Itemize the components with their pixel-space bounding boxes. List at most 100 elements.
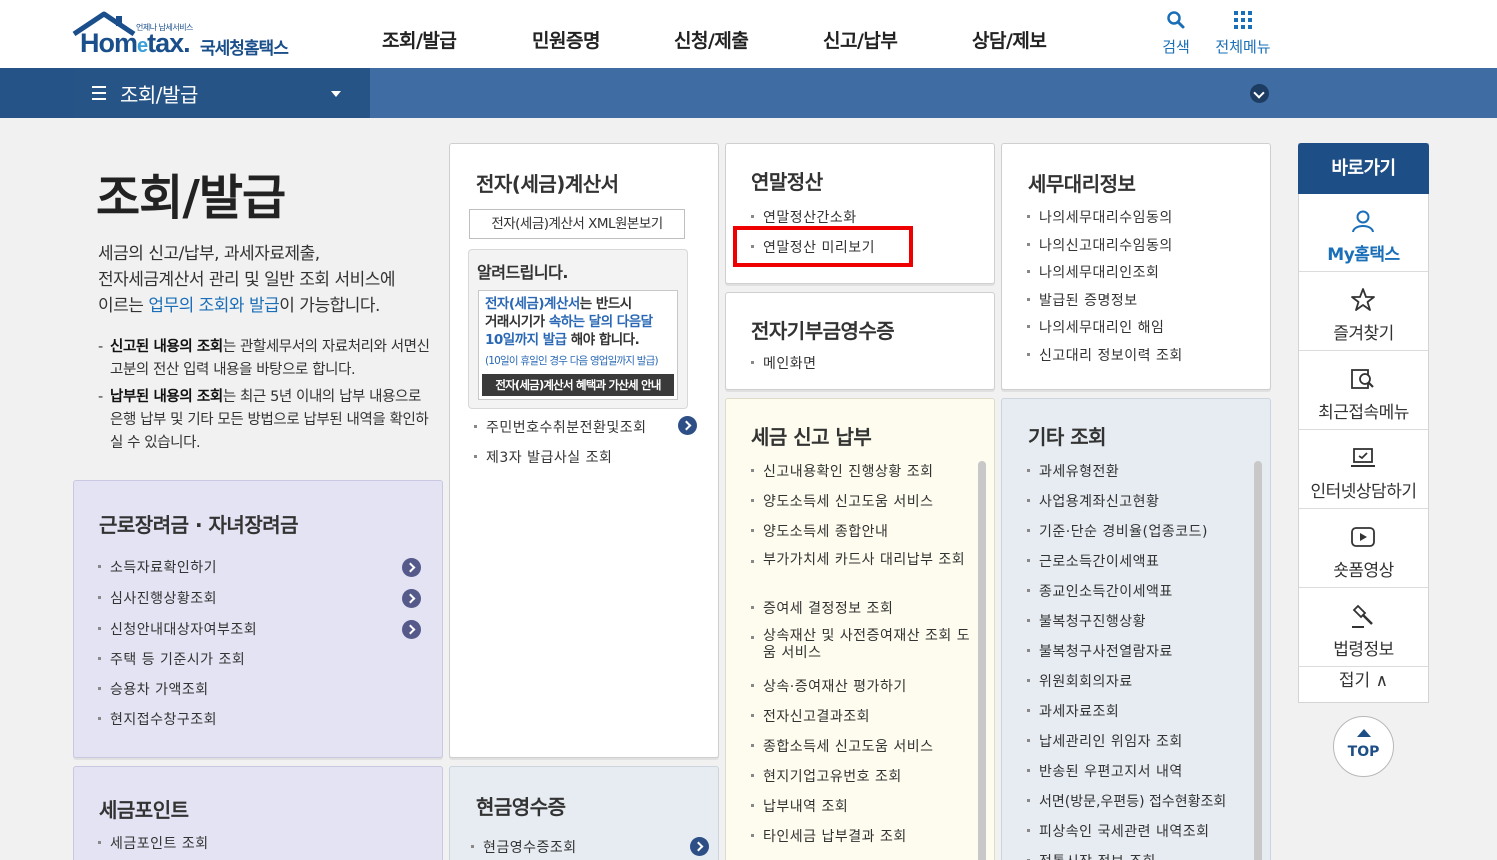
nav-apply-submit[interactable]: 신청/제출: [674, 26, 749, 53]
scrollbar[interactable]: [1254, 461, 1262, 860]
quick-online-consult[interactable]: 인터넷상담하기: [1299, 431, 1428, 509]
list-item[interactable]: 나의세무대리인조회: [1027, 262, 1159, 282]
eitc-panel: 근로장려금 · 자녀장려금 소득자료확인하기 심사진행상황조회 신청안내대상자여…: [73, 480, 443, 758]
list-item[interactable]: 과세유형전환: [1027, 461, 1119, 481]
nav-report-pay[interactable]: 신고/납부: [823, 26, 898, 53]
taxpoint-panel: 세금포인트 세금포인트 조회: [73, 766, 443, 860]
quick-favorites[interactable]: 즐겨찾기: [1299, 273, 1428, 351]
list-item[interactable]: 메인화면: [751, 353, 817, 373]
breadcrumb[interactable]: [74, 68, 370, 118]
scroll-top-button[interactable]: TOP: [1333, 716, 1394, 777]
list-item[interactable]: 양도소득세 신고도움 서비스: [751, 491, 933, 511]
chevron-down-icon[interactable]: [1250, 84, 1269, 103]
cashreceipt-title: 현금영수증: [476, 795, 566, 819]
search-icon: [1167, 11, 1185, 29]
list-item[interactable]: 신고대리 정보이력 조회: [1027, 345, 1183, 365]
cashreceipt-panel: 현금영수증 현금영수증조회: [449, 766, 719, 860]
quick-menu: 바로가기 My홈택스 즐겨찾기 최근접속메뉴 인터넷상담하기 숏폼영상 법령정보…: [1298, 143, 1429, 703]
list-item[interactable]: 불복청구진행상황: [1027, 611, 1146, 631]
list-item[interactable]: 종교인소득간이세액표: [1027, 581, 1173, 601]
list-item[interactable]: 신고내용확인 진행상황 조회: [751, 461, 933, 481]
list-item[interactable]: 과세자료조회: [1027, 701, 1119, 721]
list-item[interactable]: 납부내역 조회: [751, 796, 848, 816]
hometax-logo[interactable]: 언제나 납세서비스 Hometax. 국세청홈택스: [72, 8, 312, 64]
donation-title: 전자기부금영수증: [751, 319, 895, 343]
chevron-right-icon[interactable]: [402, 558, 421, 577]
list-item[interactable]: 종합소득세 신고도움 서비스: [751, 736, 933, 756]
taxreturn-panel: 세금 신고 납부 신고내용확인 진행상황 조회 양도소득세 신고도움 서비스 양…: [725, 398, 995, 860]
list-item[interactable]: 연말정산간소화: [751, 207, 857, 227]
xml-view-button[interactable]: 전자(세금)계산서 XML원본보기: [469, 209, 685, 239]
list-item[interactable]: 부가가치세 카드사 대리납부 조회: [751, 552, 976, 569]
notice-title: 알려드립니다.: [477, 263, 568, 282]
recent-search-icon: [1351, 369, 1374, 389]
list-item[interactable]: 타인세금 납부결과 조회: [751, 826, 907, 846]
list-item[interactable]: 전통시장 정보 조회: [1027, 851, 1156, 860]
list-item[interactable]: 전자신고결과조회: [751, 706, 870, 726]
taxpoint-title: 세금포인트: [99, 798, 189, 822]
list-item[interactable]: 납세관리인 위임자 조회: [1027, 731, 1183, 751]
list-item[interactable]: 피상속인 국세관련 내역조회: [1027, 821, 1209, 841]
agent-title: 세무대리정보: [1028, 172, 1136, 196]
list-item[interactable]: 주민번호수취분전환및조회: [474, 417, 647, 437]
gavel-icon: [1352, 604, 1373, 628]
play-video-icon: [1351, 527, 1375, 547]
list-item[interactable]: 제3자 발급사실 조회: [474, 447, 612, 467]
quick-shortform-video[interactable]: 숏폼영상: [1299, 510, 1428, 588]
list-item[interactable]: 위원회회의자료: [1027, 671, 1133, 691]
list-item[interactable]: 양도소득세 종합안내: [751, 521, 888, 541]
list-item[interactable]: 소득자료확인하기: [98, 557, 217, 577]
list-item[interactable]: 나의신고대리수임동의: [1027, 235, 1173, 255]
eitc-title: 근로장려금 · 자녀장려금: [99, 513, 299, 537]
chevron-right-icon[interactable]: [690, 837, 709, 856]
list-item[interactable]: 현지접수창구조회: [98, 709, 217, 729]
other-title: 기타 조회: [1028, 425, 1107, 449]
logo-wordmark: Hometax.: [80, 28, 191, 58]
chevron-right-icon[interactable]: [402, 589, 421, 608]
laptop-chat-icon: [1351, 448, 1375, 467]
highlight-box: [733, 226, 913, 267]
list-item[interactable]: 세금포인트 조회: [98, 833, 209, 853]
list-item[interactable]: 심사진행상황조회: [98, 588, 217, 608]
quick-my-hometax[interactable]: My홈택스: [1299, 194, 1428, 272]
list-item[interactable]: 상속·증여재산 평가하기: [751, 676, 907, 696]
agent-panel: 세무대리정보 나의세무대리수임동의 나의신고대리수임동의 나의세무대리인조회 발…: [1001, 143, 1271, 390]
list-item[interactable]: 주택 등 기준시가 조회: [98, 649, 245, 669]
search-button[interactable]: 검색: [1158, 10, 1194, 57]
list-item[interactable]: 반송된 우편고지서 내역: [1027, 761, 1183, 781]
star-icon: [1351, 288, 1375, 311]
list-item[interactable]: 상속재산 및 사전증여재산 조회 도움 서비스: [751, 628, 976, 662]
list-item[interactable]: 서면(방문,우편등) 접수현황조회: [1027, 791, 1226, 811]
nav-lookup-issue[interactable]: 조회/발급: [382, 26, 457, 53]
nav-consult-report[interactable]: 상담/제보: [972, 26, 1047, 53]
list-item[interactable]: 기준·단순 경비율(업종코드): [1027, 521, 1208, 541]
breadcrumb-label: 조회/발급: [120, 83, 198, 107]
list-item[interactable]: 승용차 가액조회: [98, 679, 209, 699]
chevron-right-icon[interactable]: [402, 620, 421, 639]
penalty-guide-link[interactable]: 전자(세금)계산서 혜택과 가산세 안내: [482, 374, 674, 396]
nav-civil-certificate[interactable]: 민원증명: [532, 26, 600, 53]
caret-down-icon[interactable]: [331, 91, 341, 97]
notice-box: 알려드립니다. 전자(세금)계산서는 반드시 거래시기가 속하는 달의 다음달 …: [468, 249, 688, 409]
other-panel: 기타 조회 과세유형전환 사업용계좌신고현황 기준·단순 경비율(업종코드) 근…: [1001, 398, 1271, 860]
list-item[interactable]: 사업용계좌신고현황: [1027, 491, 1159, 511]
donation-panel: 전자기부금영수증 메인화면: [725, 292, 995, 390]
list-item[interactable]: 증여세 결정정보 조회: [751, 598, 893, 618]
list-item[interactable]: 불복청구사전열람자료: [1027, 641, 1173, 661]
list-item[interactable]: 신청안내대상자여부조회: [98, 619, 257, 639]
list-item[interactable]: 현금영수증조회: [471, 837, 577, 857]
all-menu-button[interactable]: 전체메뉴: [1211, 10, 1275, 57]
list-item[interactable]: 현지기업고유번호 조회: [751, 766, 902, 786]
top-header: 언제나 납세서비스 Hometax. 국세청홈택스 조회/발급 민원증명 신청/…: [0, 0, 1497, 68]
list-item[interactable]: 나의세무대리인 해임: [1027, 317, 1164, 337]
scrollbar[interactable]: [978, 461, 986, 860]
quick-recent-menu[interactable]: 최근접속메뉴: [1299, 352, 1428, 430]
einvoice-deadline-banner[interactable]: 전자(세금)계산서는 반드시 거래시기가 속하는 달의 다음달 10일까지 발급…: [478, 290, 678, 400]
list-item[interactable]: 발급된 증명정보: [1027, 290, 1138, 310]
chevron-right-icon[interactable]: [678, 416, 697, 435]
fold-button[interactable]: 접기 ∧: [1299, 666, 1428, 691]
note-reported: 신고된 내용의 조회는 관할세무서의 자료처리와 서면신고분의 전산 입력 내용…: [98, 336, 438, 382]
list-item[interactable]: 근로소득간이세액표: [1027, 551, 1159, 571]
quick-law-info[interactable]: 법령정보: [1299, 589, 1428, 667]
list-item[interactable]: 나의세무대리수임동의: [1027, 207, 1173, 227]
